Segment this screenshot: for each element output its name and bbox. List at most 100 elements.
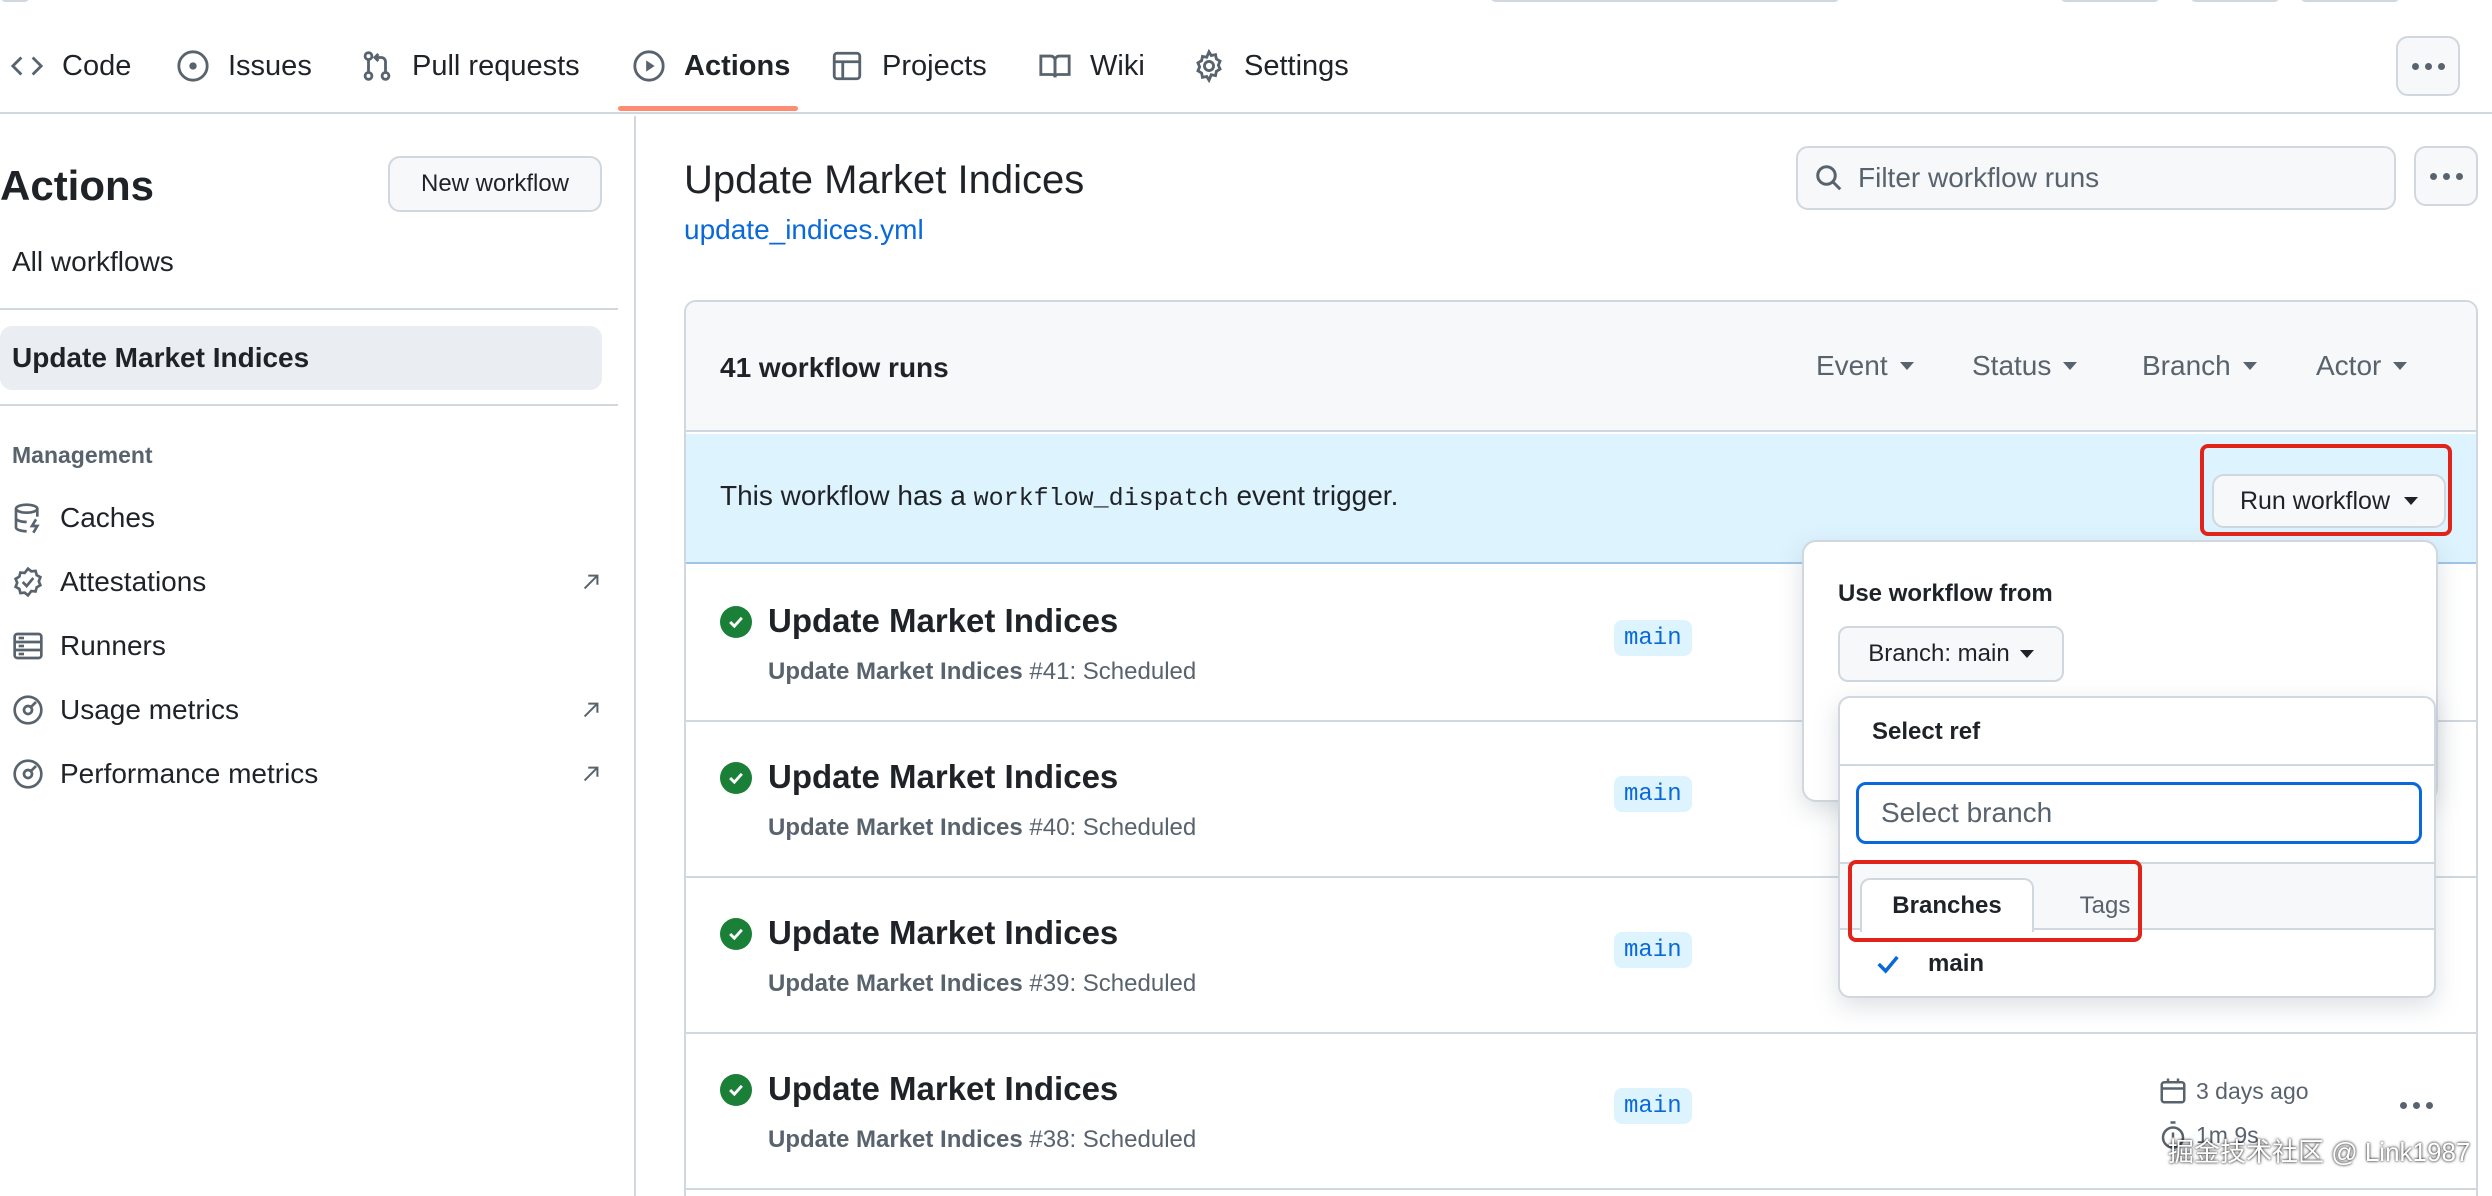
- triangle-down-icon: [2019, 650, 2034, 658]
- tab-label: Settings: [1244, 49, 1349, 82]
- check-circle-fill-icon: [720, 762, 752, 794]
- issue-opened-icon: [177, 50, 209, 82]
- repo-more-button[interactable]: [2396, 36, 2460, 96]
- selected-tab-underline: [618, 106, 798, 111]
- filter-label: Branch: [2142, 350, 2231, 381]
- filter-label: Actor: [2316, 350, 2382, 381]
- kebab-horizontal-icon: [2429, 172, 2437, 180]
- top-edge-button: [2060, 0, 2160, 2]
- run-title-link[interactable]: Update Market Indices: [768, 758, 1118, 796]
- database-icon: [14, 503, 40, 534]
- tab-pull-requests[interactable]: Pull requests: [360, 36, 580, 96]
- sidebar-item-runners[interactable]: Runners: [12, 618, 602, 674]
- triangle-down-icon: [2063, 362, 2078, 370]
- dispatch-event-code: workflow_dispatch: [973, 484, 1229, 513]
- tab-branches[interactable]: Branches: [1860, 878, 2034, 932]
- sidebar-item-all-workflows[interactable]: All workflows: [12, 246, 174, 278]
- sidebar-item-performance-metrics[interactable]: Performance metrics: [12, 746, 602, 802]
- select-ref-menu: Select ref Branches Tags main: [1838, 696, 2436, 998]
- branch-filter[interactable]: Branch: [2142, 350, 2257, 382]
- meter-icon: [13, 759, 43, 789]
- tab-projects[interactable]: Projects: [830, 36, 987, 96]
- check-icon: [1877, 955, 1899, 974]
- check-icon: [729, 1084, 743, 1097]
- top-edge-control: [0, 0, 30, 2]
- branch-tag[interactable]: main: [1614, 932, 1692, 968]
- tab-code[interactable]: Code: [10, 36, 131, 96]
- ref-type-tabs: Branches Tags: [1840, 862, 2434, 932]
- server-icon: [13, 632, 43, 660]
- triangle-down-icon: [2393, 362, 2408, 370]
- link-external-icon: [583, 766, 599, 782]
- run-more-button[interactable]: [2400, 1102, 2433, 1109]
- tab-label: Code: [62, 49, 132, 82]
- page-title: Update Market Indices: [684, 158, 1085, 202]
- run-workflow-label: Run workflow: [2239, 486, 2391, 515]
- dot: [2442, 172, 2450, 180]
- gear-icon: [1196, 49, 1222, 83]
- event-filter[interactable]: Event: [1816, 350, 1914, 382]
- run-title-link[interactable]: Update Market Indices: [768, 1070, 1118, 1108]
- sidebar-item-label: Usage metrics: [60, 694, 239, 725]
- filter-workflow-runs[interactable]: [1796, 146, 2396, 210]
- code-icon: [10, 56, 44, 76]
- branch-tag[interactable]: main: [1614, 1088, 1692, 1124]
- check-circle-fill-icon: [720, 1074, 752, 1106]
- actor-filter[interactable]: Actor: [2316, 350, 2408, 382]
- runs-header: 41 workflow runs Event Status Branch Act…: [686, 302, 2476, 432]
- sidebar-item-update-market-indices[interactable]: Update Market Indices: [0, 326, 602, 390]
- sidebar-item-label: Update Market Indices: [12, 342, 310, 373]
- tab-settings[interactable]: Settings: [1192, 36, 1349, 96]
- runs-count: 41 workflow runs: [720, 352, 949, 383]
- filter-label: Status: [1972, 350, 2052, 381]
- tab-label: Actions: [684, 49, 791, 82]
- filter-label: Event: [1816, 350, 1888, 381]
- run-workflow-button[interactable]: Run workflow: [2212, 474, 2446, 528]
- run-subtitle: Update Market Indices #39: Scheduled: [768, 970, 1196, 998]
- select-ref-title: Select ref: [1872, 718, 1981, 745]
- sidebar-item-label: Caches: [60, 502, 155, 533]
- list-item[interactable]: main: [1840, 932, 2434, 996]
- kebab-horizontal-icon: [2411, 62, 2419, 70]
- run-title-link[interactable]: Update Market Indices: [768, 602, 1118, 640]
- run-workflow-name: Update Market Indices: [768, 1126, 1023, 1153]
- branch-select-button[interactable]: Branch: main: [1838, 626, 2064, 682]
- check-circle-fill-icon: [720, 606, 752, 638]
- workflow-more-button[interactable]: [2414, 146, 2478, 206]
- sidebar-item-label: Runners: [60, 630, 166, 661]
- select-branch-input[interactable]: [1856, 782, 2422, 844]
- tab-actions[interactable]: Actions: [632, 36, 790, 96]
- branch-tag[interactable]: main: [1614, 776, 1692, 812]
- status-filter[interactable]: Status: [1972, 350, 2078, 382]
- top-edge-button: [2300, 0, 2400, 2]
- sidebar-item-caches[interactable]: Caches: [12, 490, 602, 546]
- sidebar-item-label: Performance metrics: [60, 758, 319, 789]
- use-workflow-from-label: Use workflow from: [1838, 580, 2053, 607]
- run-workflow-name: Update Market Indices: [768, 970, 1023, 997]
- run-date-text: 3 days ago: [2196, 1077, 2309, 1104]
- workflow-file-link[interactable]: update_indices.yml: [684, 214, 924, 246]
- filter-input[interactable]: [1858, 162, 2378, 194]
- run-title-link[interactable]: Update Market Indices: [768, 914, 1118, 952]
- run-workflow-name: Update Market Indices: [768, 814, 1023, 841]
- tab-label: Wiki: [1090, 49, 1145, 82]
- triangle-down-icon: [1899, 362, 1914, 370]
- verified-icon: [13, 566, 43, 598]
- top-edge-button: [2190, 0, 2280, 2]
- dispatch-text-before: This workflow has a: [720, 480, 974, 511]
- tab-tags[interactable]: Tags: [2050, 878, 2160, 934]
- table-icon: [832, 51, 862, 81]
- sidebar-item-attestations[interactable]: Attestations: [12, 554, 602, 610]
- branch-tag[interactable]: main: [1614, 620, 1692, 656]
- run-detail: #38: Scheduled: [1022, 1126, 1197, 1153]
- run-subtitle: Update Market Indices #41: Scheduled: [768, 658, 1196, 686]
- new-workflow-button[interactable]: New workflow: [388, 156, 602, 212]
- dot: [2455, 172, 2463, 180]
- sidebar-item-usage-metrics[interactable]: Usage metrics: [12, 682, 602, 738]
- link-external-icon: [583, 574, 599, 590]
- branch-name: main: [1928, 950, 1985, 977]
- tab-wiki[interactable]: Wiki: [1038, 36, 1145, 96]
- tab-issues[interactable]: Issues: [176, 36, 312, 96]
- dot: [2437, 62, 2445, 70]
- check-icon: [729, 928, 743, 941]
